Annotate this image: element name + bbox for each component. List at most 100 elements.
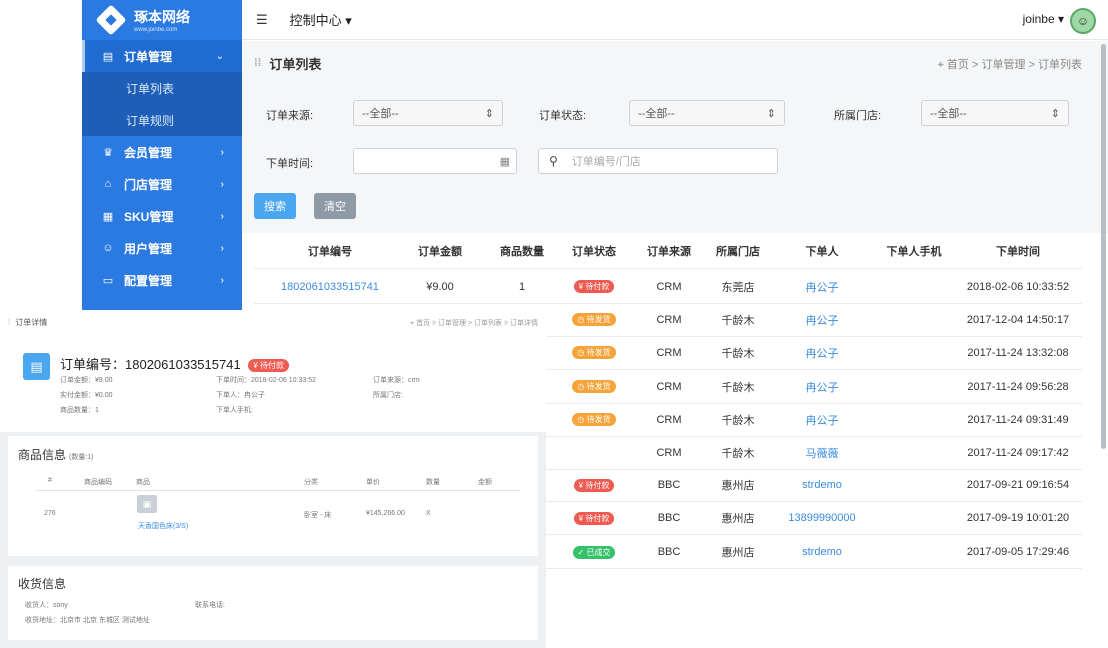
search-button[interactable]: 搜索 [254,193,296,219]
shipping-info-title: 收货信息 [18,577,67,591]
shipping-receiver: 收货人：sony [25,602,68,609]
sidebar-subitem-order-rules[interactable]: 订单规则 [82,104,242,136]
cell-source: BBC [629,469,709,501]
cell-text: 千龄木 [721,448,755,460]
detail-order-amount: 订单金额：¥9.00 [60,377,113,384]
search-icon: ⚲ [549,154,558,168]
cell-buyer[interactable]: strdemo [768,469,876,501]
goods-header-price: 单价 [366,479,380,486]
cell-text[interactable]: 冉公子 [806,279,839,295]
detail-head-title: 订单详情 [15,317,48,327]
monitor-icon: ▭ [102,274,114,287]
column-header-order-time[interactable]: 下单时间 [954,233,1082,268]
column-header-quantity[interactable]: 商品数量 [482,233,562,268]
column-header-status[interactable]: 订单状态 [554,233,634,268]
search-input[interactable]: ⚲ 订单编号/门店 [538,148,778,174]
cell-text: 惠州店 [721,480,755,492]
cell-buyer[interactable]: 冉公子 [768,303,876,336]
sidebar-item-users[interactable]: ☺ 用户管理 › [82,232,242,264]
cell-buyer-phone [872,437,956,469]
column-header-store[interactable]: 所属门店 [698,233,778,268]
cell-order-time: 2017-12-04 14:50:17 [954,303,1082,336]
detail-store: 所属门店: [373,392,403,399]
clear-button[interactable]: 清空 [314,193,356,219]
detail-order-number: 订单编号：1802061033515741 [60,357,241,372]
cell-text: 惠州店 [721,513,755,525]
cell-text[interactable]: strdemo [802,479,842,491]
page-title: 订单列表 [269,56,322,72]
source-select[interactable]: --全部-- ⇕ [353,100,503,126]
cell-status: ◷ 待发货 [554,370,634,403]
cell-text[interactable]: strdemo [802,546,842,558]
status-badge: ¥ 待付款 [573,478,615,492]
cell-text[interactable]: 冉公子 [806,345,839,361]
divider [36,490,520,491]
menu-toggle-icon[interactable]: ☰ [256,12,268,28]
sidebar-item-stores[interactable]: ⌂ 门店管理 › [82,168,242,200]
cell-text: 2017-11-24 09:56:28 [967,380,1069,393]
sidebar-item-label: 配置管理 [124,273,173,288]
status-select-value: --全部-- [638,108,675,120]
crown-icon: ♛ [103,146,113,159]
column-header-buyer-phone[interactable]: 下单人手机 [872,233,956,268]
cell-text[interactable]: 冉公子 [806,379,839,395]
cell-buyer[interactable]: 冉公子 [768,336,876,369]
sidebar-item-sku[interactable]: ▦ SKU管理 › [82,200,242,232]
sidebar-item-orders[interactable]: ▤ 订单管理 ⌄ [82,40,242,72]
brand-logo[interactable]: 琢本网络 www.joinbe.com [82,0,242,40]
cell-store: 惠州店 [698,536,778,568]
user-menu[interactable]: joinbe ▾ [1023,12,1064,26]
cell-store: 千龄木 [698,437,778,469]
time-label: 下单时间: [266,158,314,170]
store-select[interactable]: --全部-- ⇕ [921,100,1069,126]
breadcrumb: ⌖ 首页 > 订单管理 > 订单列表 [938,56,1082,72]
cell-order-time: 2017-11-24 09:56:28 [954,370,1082,403]
cell-buyer[interactable]: 冉公子 [768,403,876,436]
clipboard-icon: ▤ [23,353,50,380]
sidebar-subitem-order-list[interactable]: 订单列表 [82,72,242,104]
status-badge: ✓ 已成交 [572,545,616,559]
top-bar: ☰ 控制中心 ▾ joinbe ▾ ☺ [242,0,1108,40]
goods-row-name-link[interactable]: 天香国色床(3/S) [138,521,188,531]
cell-text[interactable]: 冉公子 [806,312,839,328]
cell-text: BBC [657,546,681,558]
date-input[interactable]: ▦ [353,148,517,174]
search-placeholder: 订单编号/门店 [571,156,641,168]
sidebar-item-members[interactable]: ♛ 会员管理 › [82,136,242,168]
cell-text[interactable]: 13899990000 [788,512,855,524]
cell-buyer[interactable]: strdemo [768,536,876,568]
shipping-info-card: 收货信息 收货人：sony 联系电话: 收货地址：北京市 北京 东城区 测试地址 [8,566,538,640]
user-icon: ☺ [102,242,114,254]
detail-buyer: 下单人：冉公子 [216,392,265,399]
cell-text: 千龄木 [721,314,755,327]
sidebar-item-label: 用户管理 [124,241,173,256]
sidebar-item-config[interactable]: ▭ 配置管理 › [82,264,242,296]
status-select[interactable]: --全部-- ⇕ [629,100,785,126]
product-thumbnail[interactable]: ▣ [137,495,157,513]
scrollbar[interactable] [1101,44,1106,449]
cell-text: BBC [657,479,681,491]
cell-buyer[interactable]: 13899990000 [768,502,876,534]
avatar[interactable]: ☺ [1070,8,1096,34]
control-center-dropdown[interactable]: 控制中心 ▾ [290,10,352,29]
column-header-amount[interactable]: 订单金额 [396,233,484,268]
sidebar-item-label: 订单管理 [124,49,173,64]
cell-text: 2017-11-24 09:31:49 [967,413,1069,426]
cell-text[interactable]: 马薇薇 [806,445,839,461]
cell-status: ◷ 待发货 [554,403,634,436]
cell-buyer[interactable]: 冉公子 [768,270,876,303]
sidebar-item-label: 会员管理 [124,145,173,160]
cell-order-id[interactable]: 1802061033515741 [254,270,406,303]
table-row[interactable]: 1802061033515741 ¥9.00 1 ¥ 待付款 CRM 东莞店 冉公子 2018… [254,270,1082,304]
column-header-buyer[interactable]: 下单人 [768,233,876,268]
cell-buyer-phone [872,336,956,369]
detail-order-time: 下单时间：2018-02-06 10:33:52 [216,377,316,384]
cell-text[interactable]: 1802061033515741 [281,281,379,293]
cell-text[interactable]: 冉公子 [806,412,839,428]
column-header-order-id[interactable]: 订单编号 [254,233,406,268]
cell-buyer[interactable]: 马薇薇 [768,437,876,469]
cell-order-time: 2017-09-19 10:01:20 [954,502,1082,534]
column-header-source[interactable]: 订单来源 [629,233,709,268]
cell-buyer[interactable]: 冉公子 [768,370,876,403]
cell-store: 千龄木 [698,370,778,403]
